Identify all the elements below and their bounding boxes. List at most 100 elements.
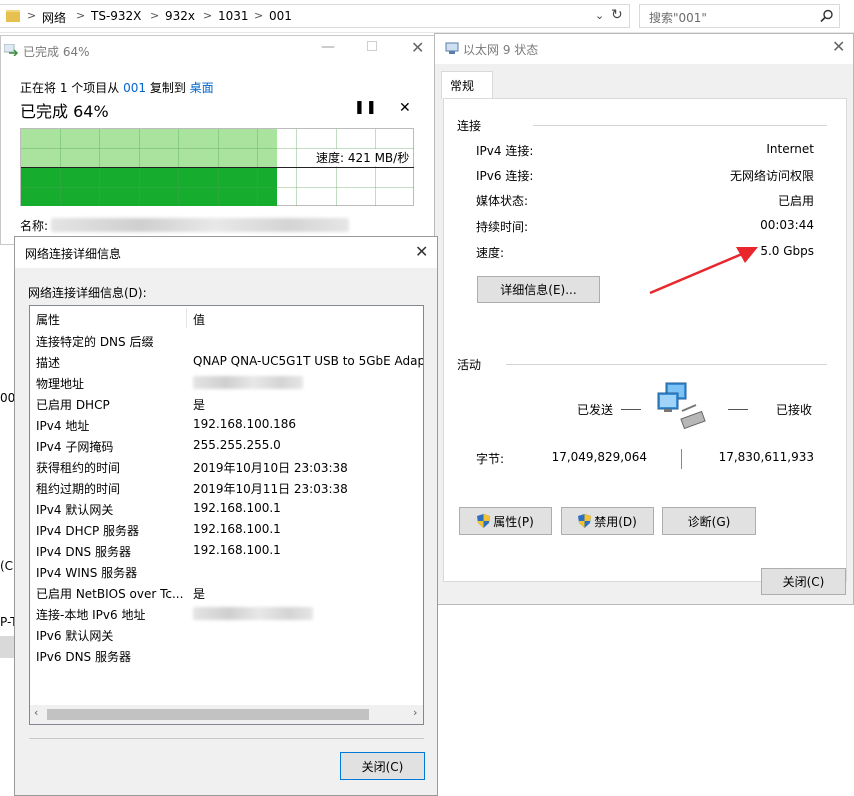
separator bbox=[29, 738, 424, 739]
received-label: 已接收 bbox=[776, 403, 813, 417]
list-item[interactable]: 描述 QNAP QNA-UC5G1T USB to 5GbE Adap bbox=[30, 351, 423, 372]
network-computers-icon bbox=[657, 382, 706, 430]
search-placeholder: 搜索"001" bbox=[649, 11, 707, 25]
tab-general[interactable]: 常规 bbox=[441, 71, 493, 99]
list-item[interactable]: 租约过期的时间 2019年10月11日 23:03:38 bbox=[30, 477, 423, 498]
bytes-label: 字节: bbox=[476, 452, 505, 466]
details-close-label: 关闭(C) bbox=[361, 759, 404, 774]
copy-desc-prefix: 正在将 1 个项目从 bbox=[20, 81, 120, 95]
breadcrumb-932x[interactable]: 932x bbox=[165, 9, 195, 23]
chevron-down-icon[interactable]: ⌄ bbox=[595, 9, 604, 22]
minimize-icon[interactable]: — bbox=[321, 39, 335, 55]
list-item[interactable]: IPv4 DHCP 服务器 192.168.100.1 bbox=[30, 519, 423, 540]
uac-shield-icon bbox=[578, 514, 592, 528]
list-item[interactable]: 已启用 NetBIOS over Tc... 是 bbox=[30, 582, 423, 603]
scroll-left-icon[interactable]: ‹ bbox=[34, 706, 38, 719]
column-header-value[interactable]: 值 bbox=[193, 311, 205, 328]
close-icon[interactable]: ✕ bbox=[415, 242, 428, 261]
property-name: 已启用 DHCP bbox=[36, 398, 110, 412]
breadcrumb-network[interactable]: 网络 bbox=[42, 9, 66, 26]
breadcrumb-1031[interactable]: 1031 bbox=[218, 9, 249, 23]
pause-icon[interactable]: ❚❚ bbox=[354, 100, 378, 115]
property-value: 2019年10月11日 23:03:38 bbox=[193, 482, 348, 496]
breadcrumb-ts932x[interactable]: TS-932X bbox=[91, 9, 141, 23]
copy-desc-mid: 复制到 bbox=[149, 81, 186, 95]
details-titlebar: 网络连接详细信息 ✕ bbox=[15, 237, 437, 268]
list-item[interactable]: IPv4 地址 192.168.100.186 bbox=[30, 414, 423, 435]
breadcrumb-separator-icon: > bbox=[76, 9, 86, 22]
breadcrumb-separator-icon: > bbox=[203, 9, 213, 22]
property-name: IPv4 DHCP 服务器 bbox=[36, 524, 140, 538]
bytes-received-value: 17,830,611,933 bbox=[718, 450, 814, 464]
duration-value: 00:03:44 bbox=[760, 218, 814, 232]
cancel-icon[interactable]: ✕ bbox=[399, 100, 411, 116]
redacted-value bbox=[193, 607, 313, 620]
list-item[interactable]: 已启用 DHCP 是 bbox=[30, 393, 423, 414]
search-input[interactable]: 搜索"001" bbox=[639, 4, 840, 28]
property-name: 物理地址 bbox=[36, 377, 85, 391]
list-item[interactable]: 获得租约的时间 2019年10月10日 23:03:38 bbox=[30, 456, 423, 477]
properties-button-label: 属性(P) bbox=[493, 514, 534, 529]
eth-close-button[interactable]: 关闭(C) bbox=[761, 568, 846, 595]
property-name: IPv4 DNS 服务器 bbox=[36, 545, 131, 559]
list-item[interactable]: IPv4 默认网关 192.168.100.1 bbox=[30, 498, 423, 519]
property-name: IPv6 默认网关 bbox=[36, 629, 114, 643]
close-icon[interactable]: ✕ bbox=[411, 38, 424, 57]
maximize-icon bbox=[367, 41, 377, 51]
ethernet-status-window: 以太网 9 状态 ✕ 常规 连接 IPv4 连接: Internet IPv6 … bbox=[434, 33, 854, 605]
disable-button[interactable]: 禁用(D) bbox=[561, 507, 654, 535]
ipv4-value: Internet bbox=[766, 142, 814, 156]
speed-label: 速度: 421 MB/秒 bbox=[315, 149, 411, 166]
list-item[interactable]: IPv4 子网掩码 255.255.255.0 bbox=[30, 435, 423, 456]
column-header-property[interactable]: 属性 bbox=[36, 311, 60, 328]
window-title: 以太网 9 状态 bbox=[463, 43, 539, 57]
property-name: 描述 bbox=[36, 356, 61, 370]
list-item[interactable]: 连接-本地 IPv6 地址 bbox=[30, 603, 423, 624]
scroll-right-icon[interactable]: › bbox=[413, 706, 417, 719]
bytes-sent-value: 17,049,829,064 bbox=[551, 450, 647, 464]
properties-button[interactable]: 属性(P) bbox=[459, 507, 552, 535]
disable-button-label: 禁用(D) bbox=[594, 514, 637, 529]
redacted-filename bbox=[51, 218, 349, 232]
copy-progress-window: 已完成 64% — ✕ 正在将 1 个项目从 001 复制到 桌面 已完成 64… bbox=[0, 35, 436, 245]
scrollbar-thumb[interactable] bbox=[47, 709, 369, 720]
group-activity-label: 活动 bbox=[457, 358, 482, 372]
copy-dest-link[interactable]: 桌面 bbox=[190, 81, 214, 95]
copy-source-link[interactable]: 001 bbox=[123, 81, 146, 95]
refresh-icon[interactable]: ↻ bbox=[611, 7, 623, 23]
list-item[interactable]: 连接特定的 DNS 后缀 bbox=[30, 330, 423, 351]
ipv6-label: IPv6 连接: bbox=[476, 169, 534, 183]
network-adapter-icon bbox=[445, 42, 459, 54]
background-selection bbox=[0, 636, 14, 658]
property-value: 192.168.100.1 bbox=[193, 522, 281, 536]
list-item[interactable]: IPv4 DNS 服务器 192.168.100.1 bbox=[30, 540, 423, 561]
details-button[interactable]: 详细信息(E)... bbox=[477, 276, 600, 303]
property-name: 连接-本地 IPv6 地址 bbox=[36, 608, 146, 622]
horizontal-scrollbar[interactable]: ‹ › bbox=[30, 705, 423, 724]
copy-heading: 已完成 64% bbox=[20, 102, 109, 121]
speed-graph: 速度: 421 MB/秒 bbox=[20, 128, 414, 206]
property-name: 获得租约的时间 bbox=[36, 461, 121, 475]
duration-label: 持续时间: bbox=[476, 220, 529, 234]
breadcrumb-001[interactable]: 001 bbox=[269, 9, 292, 23]
details-list-label: 网络连接详细信息(D): bbox=[28, 286, 147, 300]
property-value: 2019年10月10日 23:03:38 bbox=[193, 461, 348, 475]
speed-line bbox=[21, 167, 414, 168]
copy-description: 正在将 1 个项目从 001 复制到 桌面 bbox=[20, 79, 214, 96]
close-icon[interactable]: ✕ bbox=[832, 37, 845, 56]
address-box[interactable]: > 网络 > TS-932X > 932x > 1031 > 001 ⌄ ↻ bbox=[0, 4, 630, 28]
list-item[interactable]: 物理地址 bbox=[30, 372, 423, 393]
list-item[interactable]: IPv4 WINS 服务器 bbox=[30, 561, 423, 582]
property-name: 连接特定的 DNS 后缀 bbox=[36, 335, 154, 349]
search-icon[interactable] bbox=[820, 9, 834, 23]
details-close-button[interactable]: 关闭(C) bbox=[340, 752, 425, 780]
ipv4-label: IPv4 连接: bbox=[476, 144, 534, 158]
property-value: QNAP QNA-UC5G1T USB to 5GbE Adap bbox=[193, 354, 424, 368]
diagnose-button[interactable]: 诊断(G) bbox=[662, 507, 756, 535]
name-label: 名称: bbox=[20, 219, 49, 233]
property-value: 192.168.100.1 bbox=[193, 501, 281, 515]
details-listview[interactable]: 属性 值 连接特定的 DNS 后缀 描述 QNAP QNA-UC5G1T USB t… bbox=[29, 305, 424, 725]
list-item[interactable]: IPv6 默认网关 bbox=[30, 624, 423, 645]
list-item[interactable]: IPv6 DNS 服务器 bbox=[30, 645, 423, 666]
redacted-value bbox=[193, 376, 303, 389]
